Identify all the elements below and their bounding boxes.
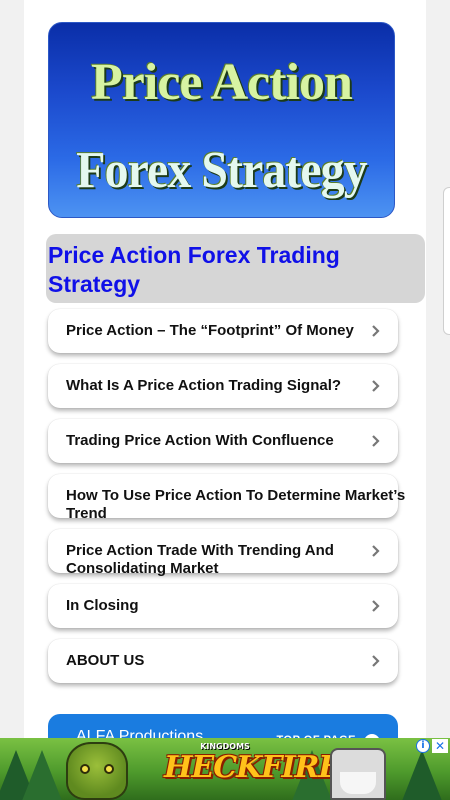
knight-beard xyxy=(340,772,376,794)
knight-character-icon xyxy=(330,748,386,800)
page-title-box: Price Action Forex Trading Strategy xyxy=(46,234,425,303)
menu-item-market-trend[interactable]: How To Use Price Action To Determine Mar… xyxy=(48,474,405,522)
menu-item-trading-signal[interactable]: What Is A Price Action Trading Signal? xyxy=(48,364,398,408)
ad-info-icon[interactable]: i xyxy=(416,739,430,753)
tree-graphic xyxy=(20,750,64,800)
hero-banner: Price Action Forex Strategy xyxy=(48,22,395,218)
menu-item-trending-consolidating[interactable]: Price Action Trade With Trending And Con… xyxy=(48,529,398,577)
menu-item-confluence[interactable]: Trading Price Action With Confluence xyxy=(48,419,398,463)
chevron-right-icon xyxy=(372,435,380,447)
menu-item-in-closing[interactable]: In Closing xyxy=(48,584,398,628)
tree-graphic xyxy=(400,750,444,800)
menu-item-about-us[interactable]: ABOUT US xyxy=(48,639,398,683)
orc-eye xyxy=(104,764,114,774)
ad-close-icon[interactable]: ✕ xyxy=(432,739,448,753)
hero-title-line1: Price Action xyxy=(91,54,353,111)
chevron-right-icon xyxy=(372,325,380,337)
ad-banner[interactable]: KINGDOMS HECKFIRE i ✕ xyxy=(0,738,450,800)
chevron-right-icon xyxy=(372,600,380,612)
chevron-right-icon xyxy=(372,655,380,667)
chevron-right-icon xyxy=(372,380,380,392)
menu-item-label: How To Use Price Action To Determine Mar… xyxy=(66,487,406,522)
chevron-right-icon xyxy=(372,545,380,557)
side-drawer-handle[interactable] xyxy=(443,187,450,335)
hero-title-line2: Forex Strategy xyxy=(76,142,367,199)
menu-item-footprint[interactable]: Price Action – The “Footprint” Of Money xyxy=(48,309,398,353)
page-title: Price Action Forex Trading Strategy xyxy=(48,242,340,297)
orc-eye xyxy=(80,764,90,774)
ad-title: HECKFIRE xyxy=(164,750,341,785)
orc-character-icon xyxy=(66,742,128,800)
